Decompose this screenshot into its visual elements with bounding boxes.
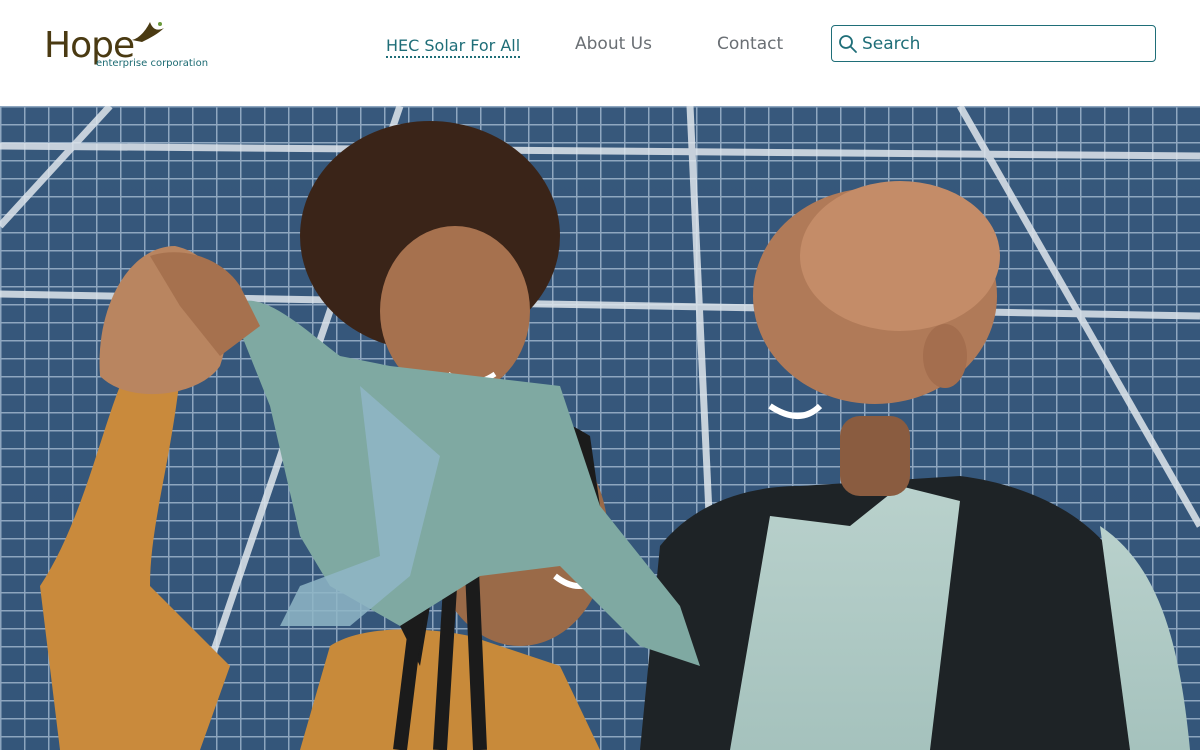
site-header: Hope enterprise corporation HEC Solar Fo…	[0, 0, 1200, 106]
family-solar-photo	[0, 106, 1200, 750]
search-input[interactable]	[862, 30, 1147, 57]
search-box	[831, 25, 1156, 62]
nav-link-contact[interactable]: Contact	[717, 34, 783, 54]
hope-logo[interactable]: Hope enterprise corporation	[44, 18, 208, 74]
nav-link-about-us[interactable]: About Us	[575, 34, 652, 54]
logo-tagline: enterprise corporation	[96, 58, 209, 69]
nav-link-hec-solar-for-all[interactable]: HEC Solar For All	[386, 36, 521, 58]
hero-image	[0, 106, 1200, 750]
search-icon[interactable]	[838, 34, 858, 54]
bird-logo-icon	[132, 22, 164, 42]
